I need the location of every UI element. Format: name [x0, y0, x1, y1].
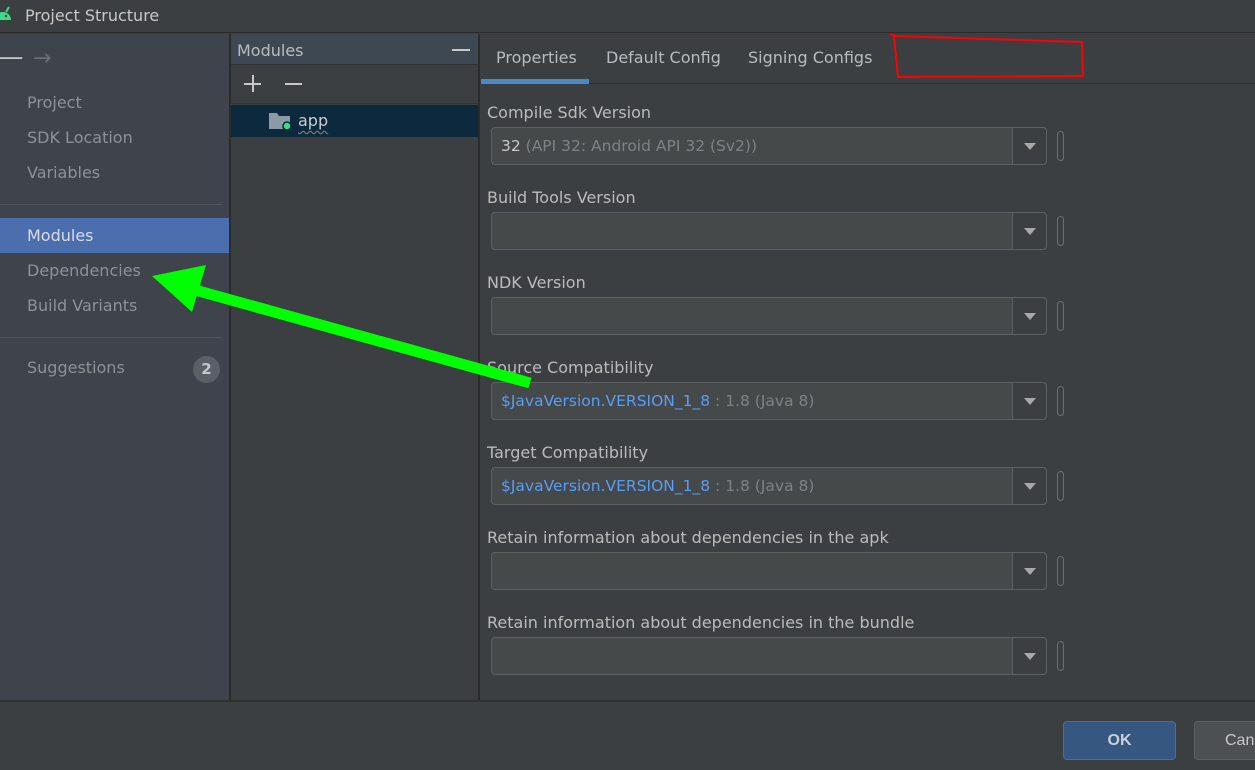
field-toggle-handle[interactable]	[1057, 216, 1064, 246]
tab-properties[interactable]: Properties	[496, 48, 577, 67]
cancel-button[interactable]: Cancel	[1194, 721, 1255, 760]
tab-default-config[interactable]: Default Config	[606, 48, 721, 67]
add-icon[interactable]	[242, 73, 264, 95]
module-name: app	[298, 111, 329, 130]
nav-item-label: Build Variants	[27, 296, 138, 315]
collapse-icon[interactable]	[452, 49, 470, 51]
ndk-version-combo[interactable]	[491, 297, 1047, 335]
navigation-panel: ⟵ → Project SDK Location Variables Modul…	[0, 34, 229, 700]
nav-item-label: Modules	[27, 226, 94, 245]
nav-item-build-variants[interactable]: Build Variants	[0, 288, 229, 323]
forward-arrow-icon[interactable]: →	[33, 46, 51, 71]
combo-value-hint: : 1.8 (Java 8)	[710, 477, 815, 495]
module-item-app[interactable]: app	[231, 105, 478, 137]
chevron-down-icon[interactable]	[1012, 468, 1046, 504]
project-structure-dialog: Project Structure ⟵ → Project SDK Locati…	[0, 0, 1255, 770]
android-icon	[0, 6, 11, 20]
field-toggle-handle[interactable]	[1057, 386, 1064, 416]
retain-bundle-combo[interactable]	[491, 637, 1047, 675]
nav-divider	[0, 204, 222, 205]
field-toggle-handle[interactable]	[1057, 641, 1064, 671]
dialog-footer: OK Cancel	[0, 700, 1255, 770]
module-folder-icon	[269, 113, 291, 130]
ok-button[interactable]: OK	[1063, 721, 1176, 760]
nav-item-sdk-location[interactable]: SDK Location	[0, 120, 229, 155]
modules-header: Modules	[231, 34, 478, 65]
field-toggle-handle[interactable]	[1057, 471, 1064, 501]
tab-bar: Properties Default Config Signing Config…	[480, 34, 1255, 84]
retain-apk-label: Retain information about dependencies in…	[487, 528, 889, 547]
nav-item-label: Suggestions	[27, 358, 125, 377]
nav-item-variables[interactable]: Variables	[0, 155, 229, 190]
modules-panel: Modules app	[231, 34, 478, 700]
modules-toolbar	[231, 65, 478, 104]
chevron-down-icon[interactable]	[1012, 128, 1046, 164]
field-toggle-handle[interactable]	[1057, 131, 1064, 161]
nav-item-label: Variables	[27, 163, 101, 182]
chevron-down-icon[interactable]	[1012, 638, 1046, 674]
combo-value-variable: $JavaVersion.VERSION_1_8	[501, 392, 711, 410]
modules-header-label: Modules	[237, 41, 304, 60]
back-arrow-icon[interactable]: ⟵	[0, 46, 24, 71]
field-toggle-handle[interactable]	[1057, 556, 1064, 586]
chevron-down-icon[interactable]	[1012, 553, 1046, 589]
chevron-down-icon[interactable]	[1012, 383, 1046, 419]
retain-apk-combo[interactable]	[491, 552, 1047, 590]
tab-signing-configs[interactable]: Signing Configs	[748, 48, 872, 67]
title-bar: Project Structure	[0, 0, 1255, 33]
target-compatibility-label: Target Compatibility	[487, 443, 649, 462]
compile-sdk-label: Compile Sdk Version	[487, 103, 652, 122]
compile-sdk-combo[interactable]: 32 (API 32: Android API 32 (Sv2))	[491, 127, 1047, 165]
nav-item-project[interactable]: Project	[0, 85, 229, 120]
build-tools-combo[interactable]	[491, 212, 1047, 250]
nav-item-suggestions[interactable]: Suggestions 2	[0, 350, 229, 385]
source-compatibility-label: Source Compatibility	[487, 358, 654, 377]
window-title: Project Structure	[25, 6, 160, 25]
combo-value-variable: $JavaVersion.VERSION_1_8	[501, 477, 711, 495]
remove-icon[interactable]	[283, 73, 305, 95]
combo-value: 32	[501, 137, 521, 155]
target-compatibility-combo[interactable]: $JavaVersion.VERSION_1_8 : 1.8 (Java 8)	[491, 467, 1047, 505]
active-tab-indicator	[481, 79, 589, 84]
chevron-down-icon[interactable]	[1012, 298, 1046, 334]
nav-item-label: Dependencies	[27, 261, 141, 280]
field-toggle-handle[interactable]	[1057, 301, 1064, 331]
combo-value-hint: (API 32: Android API 32 (Sv2))	[520, 137, 757, 155]
combo-value-hint: : 1.8 (Java 8)	[710, 392, 815, 410]
nav-item-label: Project	[27, 93, 82, 112]
source-compatibility-combo[interactable]: $JavaVersion.VERSION_1_8 : 1.8 (Java 8)	[491, 382, 1047, 420]
build-tools-label: Build Tools Version	[487, 188, 636, 207]
nav-item-dependencies[interactable]: Dependencies	[0, 253, 229, 288]
retain-bundle-label: Retain information about dependencies in…	[487, 613, 915, 632]
module-properties-panel: Properties Default Config Signing Config…	[480, 34, 1255, 700]
nav-item-modules[interactable]: Modules	[0, 218, 229, 253]
suggestions-count-badge: 2	[193, 356, 220, 383]
nav-item-label: SDK Location	[27, 128, 133, 147]
ndk-version-label: NDK Version	[487, 273, 586, 292]
nav-divider	[0, 337, 222, 338]
chevron-down-icon[interactable]	[1012, 213, 1046, 249]
